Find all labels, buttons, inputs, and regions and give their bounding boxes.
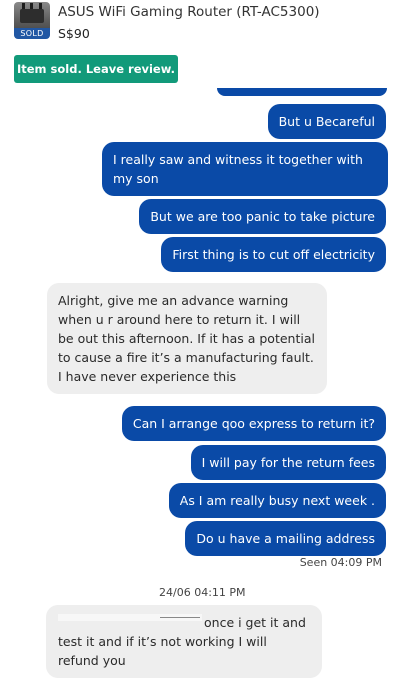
- redaction-mark: [160, 617, 200, 618]
- date-divider: 24/06 04:11 PM: [159, 586, 246, 599]
- seen-status: Seen 04:09 PM: [299, 556, 382, 569]
- message-bubble-outgoing[interactable]: Can I arrange qoo express to return it?: [121, 406, 386, 441]
- message-bubble-outgoing[interactable]: Do u have a mailing address: [185, 521, 386, 556]
- message-bubble-incoming[interactable]: Alright, give me an advance warning when…: [47, 283, 327, 394]
- listing-title[interactable]: ASUS WiFi Gaming Router (RT-AC5300): [58, 4, 320, 20]
- listing-header[interactable]: SOLD ASUS WiFi Gaming Router (RT-AC5300)…: [0, 0, 400, 46]
- listing-price: S$90: [58, 26, 90, 41]
- message-bubble-outgoing[interactable]: I really saw and witness it together wit…: [102, 142, 388, 196]
- router-graphic: [20, 9, 44, 23]
- message-bubble-outgoing[interactable]: I will pay for the return fees: [190, 445, 386, 480]
- message-bubble-outgoing[interactable]: But u Becareful: [267, 104, 386, 139]
- message-bubble-outgoing[interactable]: First thing is to cut off electricity: [161, 237, 386, 272]
- leave-review-button[interactable]: Item sold. Leave review.: [14, 55, 178, 83]
- message-bubble-outgoing[interactable]: But we are too panic to take picture: [139, 199, 386, 234]
- message-bubble-outgoing[interactable]: As I am really busy next week .: [168, 483, 386, 518]
- sold-badge: SOLD: [14, 28, 50, 39]
- previous-message-bubble: [217, 88, 387, 96]
